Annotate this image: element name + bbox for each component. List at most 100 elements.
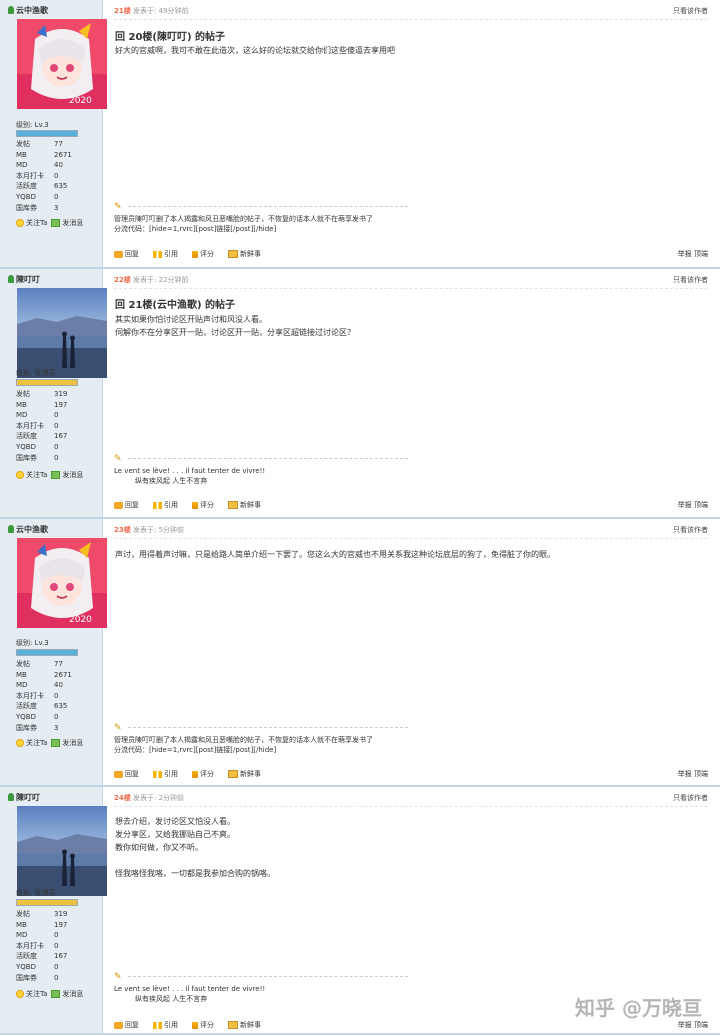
stat-label: MB bbox=[16, 400, 27, 409]
signature-line: 管理员陳叮叮删了本人揭露和风丑恶嘴脸的帖子，不恢复的话本人就不在萌享发书了 bbox=[114, 215, 373, 223]
username[interactable]: 云中渔歌 bbox=[16, 5, 48, 16]
report-top-links[interactable]: 举报 顶端 bbox=[678, 1020, 708, 1030]
post-time: 发表于: 2分钟前 bbox=[132, 794, 185, 802]
message-button[interactable]: 发消息 bbox=[51, 218, 83, 228]
stat-value: 3 bbox=[54, 203, 59, 212]
stat-value: 0 bbox=[54, 712, 59, 721]
post-header: 21楼 发表于: 49分钟前 只看该作者 bbox=[114, 6, 708, 20]
share-button[interactable]: 新鲜事 bbox=[228, 1020, 261, 1030]
stat-value: 0 bbox=[54, 691, 59, 700]
message-button[interactable]: 发消息 bbox=[51, 989, 83, 999]
only-author-link[interactable]: 只看该作者 bbox=[673, 275, 708, 285]
only-author-link[interactable]: 只看该作者 bbox=[673, 793, 708, 803]
user-level: 级别: 管理员 bbox=[16, 369, 56, 377]
stat-value: 197 bbox=[54, 400, 68, 409]
follow-button[interactable]: 关注Ta bbox=[16, 738, 47, 748]
user-level: 级别: Lv.3 bbox=[16, 121, 49, 129]
stat-label: MB bbox=[16, 150, 27, 159]
only-author-link[interactable]: 只看该作者 bbox=[673, 6, 708, 16]
avatar[interactable]: 2020 bbox=[17, 19, 107, 109]
stat-label: YQBD bbox=[16, 712, 36, 721]
stat-value: 3 bbox=[54, 723, 59, 732]
stat-label: 活跃度 bbox=[16, 952, 37, 961]
share-button[interactable]: 新鲜事 bbox=[228, 249, 261, 259]
level-bar bbox=[16, 899, 78, 906]
rate-button[interactable]: 评分 bbox=[192, 1020, 214, 1030]
stat-row: 发帖 319 bbox=[16, 389, 67, 400]
reply-button[interactable]: 回复 bbox=[114, 1020, 139, 1030]
floor-number[interactable]: 22楼 bbox=[114, 276, 131, 284]
stat-row: 国库券 3 bbox=[16, 203, 72, 214]
avatar[interactable] bbox=[17, 806, 107, 896]
stat-value: 635 bbox=[54, 702, 68, 711]
stat-label: 国库券 bbox=[16, 723, 37, 732]
reply-button[interactable]: 回复 bbox=[114, 769, 139, 779]
stat-label: YQBD bbox=[16, 192, 36, 201]
post-time: 发表于: 5分钟前 bbox=[132, 526, 185, 534]
username[interactable]: 陳叮叮 bbox=[16, 792, 40, 803]
message-button[interactable]: 发消息 bbox=[51, 738, 83, 748]
stat-value: 0 bbox=[54, 411, 59, 420]
reply-icon bbox=[114, 250, 123, 258]
report-top-links[interactable]: 举报 顶端 bbox=[678, 769, 708, 779]
stat-value: 0 bbox=[54, 962, 59, 971]
user-sidebar: 云中渔歌 2020 级别: Lv.3 发帖 77 MB 2671 MD 40 本月打卡 0 活跃… bbox=[0, 519, 107, 785]
username[interactable]: 云中渔歌 bbox=[16, 524, 48, 535]
rate-button[interactable]: 评分 bbox=[192, 249, 214, 259]
reply-icon bbox=[114, 501, 123, 509]
post: 陳叮叮 级别: 管理员 发帖 319 MB 197 MD 0 本月打卡 0 活跃度 167 YQBD… bbox=[0, 269, 720, 519]
avatar[interactable]: 2020 bbox=[17, 538, 107, 628]
quote-button[interactable]: 引用 bbox=[153, 1020, 178, 1030]
reply-button[interactable]: 回复 bbox=[114, 500, 139, 510]
reply-button[interactable]: 回复 bbox=[114, 249, 139, 259]
signature-divider bbox=[128, 458, 408, 459]
quote-button[interactable]: 引用 bbox=[153, 249, 178, 259]
message-button[interactable]: 发消息 bbox=[51, 470, 83, 480]
stat-value: 167 bbox=[54, 952, 68, 961]
post-content: 其实如果你怕讨论区开贴声讨和风没人看。 伺解你不在分享区开一贴，讨论区开一贴，分… bbox=[115, 315, 355, 337]
message-icon bbox=[51, 219, 61, 227]
quote-button[interactable]: 引用 bbox=[153, 769, 178, 779]
share-button[interactable]: 新鲜事 bbox=[228, 769, 261, 779]
user-actions: 关注Ta 发消息 bbox=[16, 738, 83, 748]
signature-divider bbox=[128, 727, 408, 728]
signature-line: 分流代码：[hide=1,rvrc][post]链接[/post][/hide] bbox=[114, 225, 277, 233]
stat-value: 197 bbox=[54, 920, 68, 929]
floor-number[interactable]: 21楼 bbox=[114, 7, 131, 15]
username[interactable]: 陳叮叮 bbox=[16, 274, 40, 285]
message-icon bbox=[51, 471, 61, 479]
user-actions: 关注Ta 发消息 bbox=[16, 218, 83, 228]
stat-label: YQBD bbox=[16, 962, 36, 971]
report-top-links[interactable]: 举报 顶端 bbox=[678, 249, 708, 259]
post-header: 23楼 发表于: 5分钟前 只看该作者 bbox=[114, 525, 708, 539]
level-bar bbox=[16, 379, 78, 386]
floor-number[interactable]: 24楼 bbox=[114, 794, 131, 802]
user-icon bbox=[8, 793, 14, 801]
rate-button[interactable]: 评分 bbox=[192, 500, 214, 510]
reply-icon bbox=[114, 770, 123, 778]
only-author-link[interactable]: 只看该作者 bbox=[673, 525, 708, 535]
user-icon bbox=[8, 275, 14, 283]
stat-value: 635 bbox=[54, 182, 68, 191]
floor-number[interactable]: 23楼 bbox=[114, 526, 131, 534]
bulb-icon bbox=[16, 990, 24, 998]
report-top-links[interactable]: 举报 顶端 bbox=[678, 500, 708, 510]
quote-button[interactable]: 引用 bbox=[153, 500, 178, 510]
stat-value: 77 bbox=[54, 660, 63, 668]
rate-button[interactable]: 评分 bbox=[192, 769, 214, 779]
avatar[interactable] bbox=[17, 288, 107, 378]
share-button[interactable]: 新鲜事 bbox=[228, 500, 261, 510]
signature-divider bbox=[128, 206, 408, 207]
stat-row: YQBD 0 bbox=[16, 442, 67, 453]
stat-label: 本月打卡 bbox=[16, 691, 44, 700]
stat-value: 0 bbox=[54, 421, 59, 430]
user-level: 级别: Lv.3 bbox=[16, 639, 49, 647]
follow-button[interactable]: 关注Ta bbox=[16, 218, 47, 228]
signature-line: 纵有疾风起 人生不言弃 bbox=[114, 477, 208, 485]
stat-label: 活跃度 bbox=[16, 182, 37, 191]
stat-label: 活跃度 bbox=[16, 432, 37, 441]
stat-row: 活跃度 635 bbox=[16, 701, 72, 712]
follow-button[interactable]: 关注Ta bbox=[16, 989, 47, 999]
user-actions: 关注Ta 发消息 bbox=[16, 989, 83, 999]
follow-button[interactable]: 关注Ta bbox=[16, 470, 47, 480]
